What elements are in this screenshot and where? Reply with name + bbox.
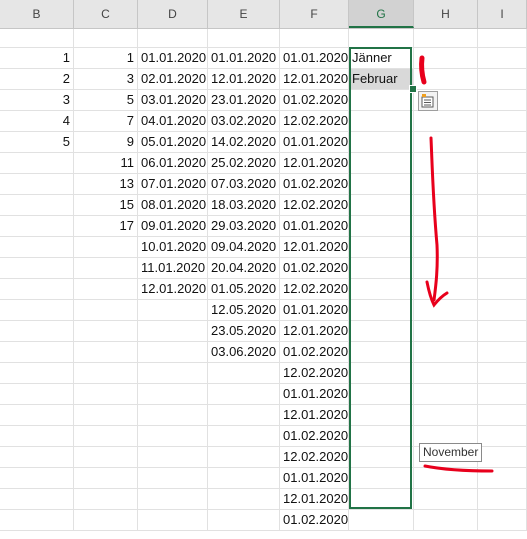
red-mark-dot	[419, 55, 427, 85]
red-ink-annotations	[419, 55, 494, 473]
red-underline	[423, 464, 494, 473]
red-arrow-line	[429, 136, 439, 302]
